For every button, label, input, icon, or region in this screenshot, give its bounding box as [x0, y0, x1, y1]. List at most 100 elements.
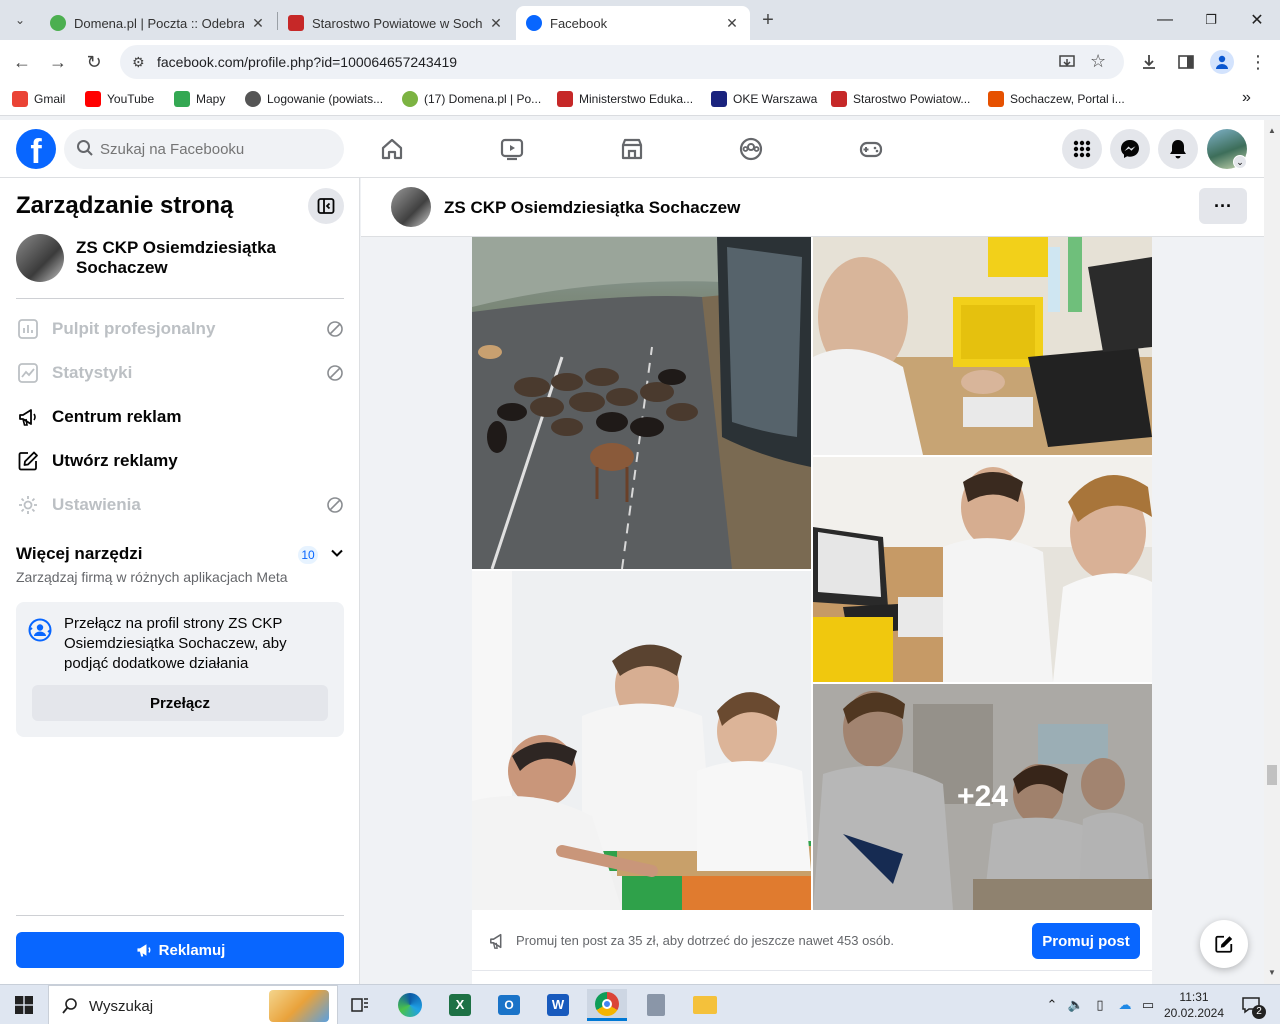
bookmark-ministerstwo[interactable]: Ministerstwo Eduka... [557, 91, 693, 107]
menu-grid-icon[interactable] [1062, 129, 1102, 169]
notification-center-icon[interactable]: 2 [1236, 985, 1266, 1024]
more-tools-subtitle: Zarządzaj firmą w różnych aplikacjach Me… [16, 569, 288, 585]
tab-close-icon[interactable]: ✕ [488, 15, 504, 32]
chrome-taskbar-icon[interactable] [587, 989, 627, 1021]
marketplace-nav-icon[interactable] [617, 134, 647, 164]
bookmark-sochaczew[interactable]: Sochaczew, Portal i... [988, 91, 1125, 107]
outlook-icon[interactable]: O [489, 989, 529, 1021]
post-options-button[interactable]: ··· [1199, 188, 1247, 224]
back-button[interactable]: ← [8, 48, 36, 76]
post-author-name[interactable]: ZS CKP Osiemdziesiątka Sochaczew [444, 198, 740, 218]
bookmark-domena[interactable]: (17) Domena.pl | Po... [402, 91, 541, 107]
windows-start-button[interactable] [0, 985, 48, 1024]
tab-facebook[interactable]: Facebook ✕ [516, 6, 750, 40]
page-scrollbar[interactable]: ▲ ▼ [1264, 120, 1280, 984]
task-view-icon[interactable] [340, 989, 380, 1021]
bookmark-mapy[interactable]: Mapy [174, 91, 225, 107]
close-window-button[interactable]: ✕ [1234, 6, 1280, 34]
more-photos-count[interactable]: +24 [813, 684, 1152, 910]
volume-icon[interactable]: 🔈 [1066, 985, 1086, 1024]
bookmark-star-icon[interactable]: ☆ [1090, 51, 1106, 72]
page-avatar[interactable] [16, 234, 64, 282]
scroll-down-icon[interactable]: ▼ [1268, 968, 1276, 977]
new-message-button[interactable] [1200, 920, 1248, 968]
tab-close-icon[interactable]: ✕ [724, 15, 740, 32]
reklamuj-button[interactable]: Reklamuj [16, 932, 344, 968]
tab-starostwo[interactable]: Starostwo Powiatowe w Sochaczewie ✕ [278, 6, 514, 40]
downloads-icon[interactable] [1140, 53, 1158, 71]
bookmark-label: Gmail [34, 92, 66, 106]
search-input[interactable] [100, 137, 330, 161]
restore-button[interactable]: ❐ [1188, 6, 1234, 34]
tab-domena-poczta[interactable]: Domena.pl | Poczta :: Odebrane ✕ [40, 6, 276, 40]
new-tab-button[interactable]: + [754, 6, 782, 34]
divider [16, 298, 344, 299]
chrome-menu-icon[interactable]: ⋮ [1244, 48, 1272, 76]
edge-icon[interactable] [390, 989, 430, 1021]
clock-time: 11:31 [1179, 990, 1209, 1004]
facebook-logo-icon[interactable]: f [16, 129, 56, 169]
menu-item-centrum-reklam[interactable]: Centrum reklam [16, 399, 344, 435]
bookmark-label: Sochaczew, Portal i... [1010, 92, 1125, 106]
calculator-icon[interactable] [636, 989, 676, 1021]
more-bookmarks-icon[interactable]: » [1242, 89, 1251, 107]
notifications-bell-icon[interactable] [1158, 129, 1198, 169]
switch-profile-button[interactable]: Przełącz [32, 685, 328, 721]
account-avatar[interactable]: ⌄ [1207, 129, 1247, 169]
groups-nav-icon[interactable] [736, 134, 766, 164]
windows-taskbar: Wyszukaj X O W ⌃ 🔈 ▯ ☁ ▭ 11:31 20.02.202… [0, 984, 1280, 1024]
bookmark-youtube[interactable]: YouTube [85, 91, 154, 107]
scroll-up-icon[interactable]: ▲ [1268, 126, 1276, 135]
switch-profile-icon [28, 618, 52, 642]
side-panel-icon[interactable] [1177, 53, 1195, 71]
video-nav-icon[interactable] [497, 134, 527, 164]
post-author-avatar[interactable] [391, 187, 431, 227]
promote-post-button[interactable]: Promuj post [1032, 923, 1140, 959]
more-tools-section[interactable]: Więcej narzędzi Zarządzaj firmą w różnyc… [16, 544, 344, 585]
bookmark-gmail[interactable]: Gmail [12, 91, 65, 107]
photo-goats-on-road[interactable] [472, 237, 811, 569]
photo-students-laptop[interactable] [813, 457, 1152, 682]
sidebar-title: Zarządzanie stroną [16, 192, 234, 219]
collapse-panel-icon [317, 198, 335, 214]
menu-item-utworz-reklamy[interactable]: Utwórz reklamy [16, 443, 344, 479]
install-app-icon[interactable] [1058, 53, 1076, 71]
address-bar[interactable]: ⚙ facebook.com/profile.php?id=1000646572… [120, 45, 1124, 79]
tab-close-icon[interactable]: ✕ [250, 15, 266, 32]
bookmark-oke[interactable]: OKE Warszawa [711, 91, 817, 107]
network-icon[interactable]: ▭ [1138, 985, 1158, 1024]
photo-students-lego-box[interactable] [813, 237, 1152, 455]
page-name[interactable]: ZS CKP Osiemdziesiątka Sochaczew [76, 238, 336, 278]
profile-avatar-icon[interactable] [1210, 50, 1234, 74]
reload-button[interactable]: ↻ [80, 48, 108, 76]
menu-item-pulpit[interactable]: Pulpit profesjonalny [16, 311, 344, 347]
ministerstwo-icon [557, 91, 573, 107]
menu-item-statystyki[interactable]: Statystyki [16, 355, 344, 391]
home-nav-icon[interactable] [377, 134, 407, 164]
facebook-search[interactable] [64, 129, 344, 169]
forward-button[interactable]: → [44, 48, 72, 76]
photo-teacher-with-students[interactable] [472, 571, 811, 910]
messenger-icon[interactable] [1110, 129, 1150, 169]
tab-search-icon[interactable]: ⌄ [6, 6, 34, 34]
site-info-icon[interactable]: ⚙ [132, 54, 145, 71]
gaming-nav-icon[interactable] [856, 134, 886, 164]
megaphone-icon [137, 944, 151, 957]
menu-item-ustawienia[interactable]: Ustawienia [16, 487, 344, 523]
scrollbar-thumb[interactable] [1267, 765, 1277, 785]
minimize-button[interactable]: — [1142, 6, 1188, 34]
onedrive-icon[interactable]: ☁ [1114, 985, 1136, 1024]
chevron-down-icon[interactable] [330, 546, 344, 560]
word-icon[interactable]: W [538, 989, 578, 1021]
browser-toolbar: ← → ↻ ⚙ facebook.com/profile.php?id=1000… [0, 40, 1280, 84]
photo-classroom-more[interactable]: +24 [813, 684, 1152, 910]
tray-overflow-icon[interactable]: ⌃ [1042, 985, 1062, 1024]
taskbar-search[interactable]: Wyszukaj [48, 985, 338, 1024]
bookmark-logowanie[interactable]: Logowanie (powiats... [245, 91, 383, 107]
bookmark-starostwo[interactable]: Starostwo Powiatow... [831, 91, 970, 107]
device-icon[interactable]: ▯ [1090, 985, 1110, 1024]
file-explorer-icon[interactable] [685, 989, 725, 1021]
taskbar-clock[interactable]: 11:31 20.02.2024 [1160, 989, 1228, 1021]
excel-icon[interactable]: X [440, 989, 480, 1021]
collapse-sidebar-button[interactable] [308, 188, 344, 224]
